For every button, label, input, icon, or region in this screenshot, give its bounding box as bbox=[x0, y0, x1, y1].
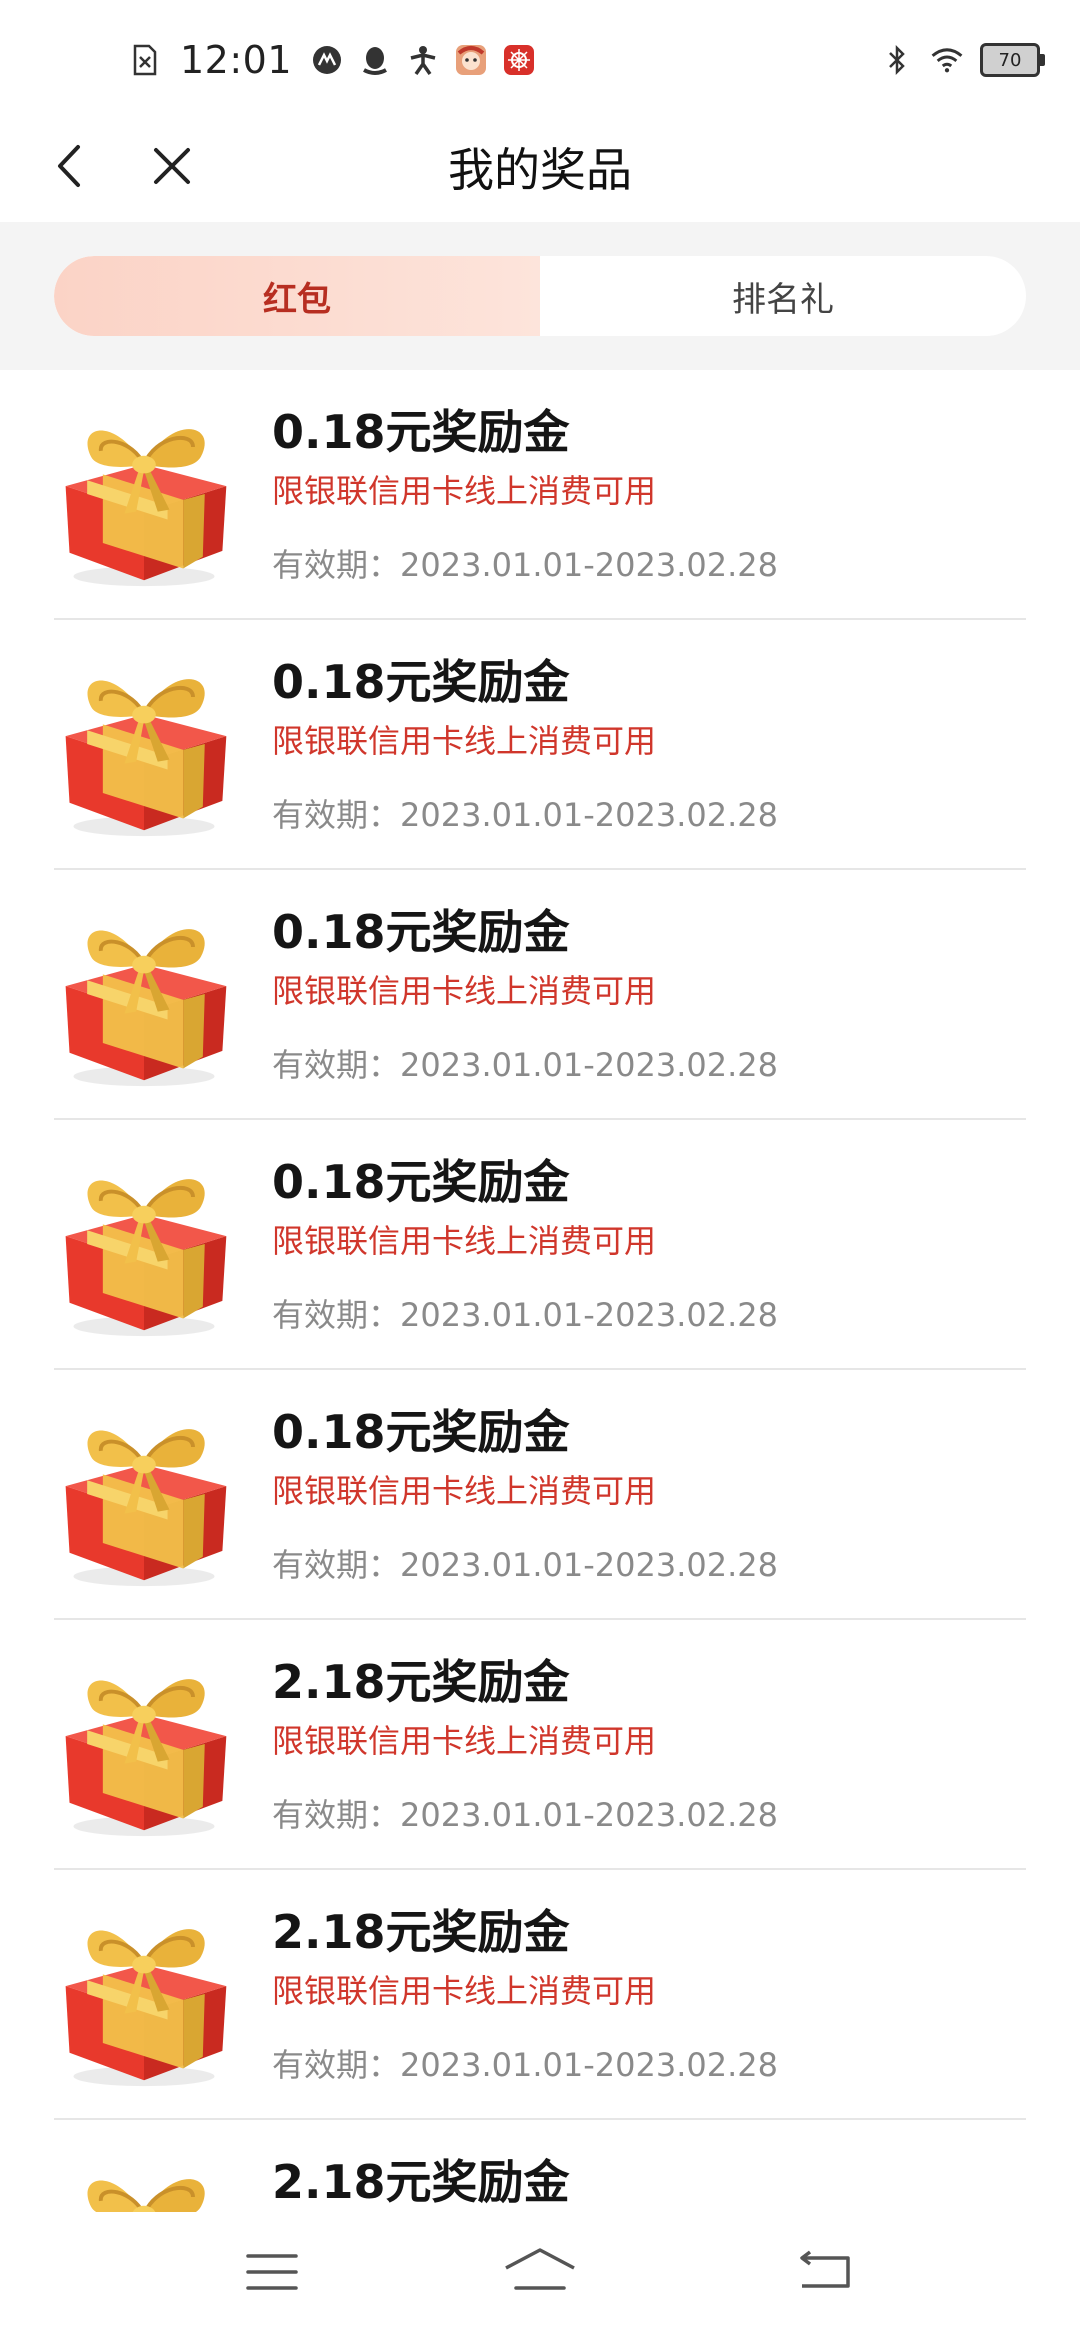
gift-box-icon bbox=[46, 646, 242, 842]
prize-title: 2.18元奖励金 bbox=[272, 1655, 570, 1709]
prize-validity: 有效期：2023.01.01-2023.02.28 bbox=[272, 1296, 778, 1334]
red-app-icon bbox=[502, 43, 536, 77]
status-bar: 12:01 70 bbox=[0, 0, 1080, 110]
prize-validity: 有效期：2023.01.01-2023.02.28 bbox=[272, 1546, 778, 1584]
prize-validity: 有效期：2023.01.01-2023.02.28 bbox=[272, 1796, 778, 1834]
prize-condition: 限银联信用卡线上消费可用 bbox=[272, 1222, 657, 1260]
prize-validity: 有效期：2023.01.01-2023.02.28 bbox=[272, 796, 778, 834]
prize-item[interactable]: 0.18元奖励金限银联信用卡线上消费可用有效期：2023.01.01-2023.… bbox=[0, 1120, 1080, 1370]
bluetooth-icon bbox=[880, 43, 914, 77]
cartoon-app-icon bbox=[454, 43, 488, 77]
app-icon bbox=[310, 43, 344, 77]
prize-title: 0.18元奖励金 bbox=[272, 655, 570, 709]
prize-validity: 有效期：2023.01.01-2023.02.28 bbox=[272, 1046, 778, 1084]
prize-condition: 限银联信用卡线上消费可用 bbox=[272, 1472, 657, 1510]
gift-box-icon bbox=[46, 396, 242, 592]
prize-condition: 限银联信用卡线上消费可用 bbox=[272, 1722, 657, 1760]
tab-red-packet[interactable]: 红包 bbox=[54, 256, 540, 336]
gift-box-icon bbox=[46, 1896, 242, 2092]
prize-title: 0.18元奖励金 bbox=[272, 405, 570, 459]
activity-icon bbox=[406, 43, 440, 77]
prize-condition: 限银联信用卡线上消费可用 bbox=[272, 472, 657, 510]
battery-icon: 70 bbox=[980, 43, 1045, 77]
prize-validity: 有效期：2023.01.01-2023.02.28 bbox=[272, 546, 778, 584]
prize-item[interactable]: 2.18元奖励金限银联信用卡线上消费可用有效期：2023.01.01-2023.… bbox=[0, 1870, 1080, 2120]
gift-box-icon bbox=[46, 1146, 242, 1342]
prize-condition: 限银联信用卡线上消费可用 bbox=[272, 722, 657, 760]
gift-box-icon bbox=[46, 1646, 242, 1842]
prize-item[interactable]: 0.18元奖励金限银联信用卡线上消费可用有效期：2023.01.01-2023.… bbox=[0, 370, 1080, 620]
back-icon[interactable] bbox=[784, 2242, 864, 2302]
clock: 12:01 bbox=[180, 38, 293, 82]
prize-validity: 有效期：2023.01.01-2023.02.28 bbox=[272, 2046, 778, 2084]
wifi-icon bbox=[930, 43, 964, 77]
prize-title: 0.18元奖励金 bbox=[272, 905, 570, 959]
gift-box-icon bbox=[46, 896, 242, 1092]
prize-item[interactable]: 2.18元奖励金 bbox=[0, 2120, 1080, 2212]
page-title: 我的奖品 bbox=[448, 143, 632, 197]
prize-condition: 限银联信用卡线上消费可用 bbox=[272, 972, 657, 1010]
sim-missing-icon bbox=[128, 43, 162, 77]
nav-bar: 我的奖品 bbox=[0, 110, 1080, 222]
prize-title: 2.18元奖励金 bbox=[272, 2155, 570, 2209]
prize-title: 0.18元奖励金 bbox=[272, 1155, 570, 1209]
prize-condition: 限银联信用卡线上消费可用 bbox=[272, 1972, 657, 2010]
prize-list[interactable]: 0.18元奖励金 限银联信用卡线上消费可用 有效期：2023.01.01-2023.… bbox=[0, 370, 1080, 2212]
gift-box-icon bbox=[46, 1396, 242, 1592]
system-nav-bar bbox=[0, 2212, 1080, 2340]
prize-title: 0.18元奖励金 bbox=[272, 1405, 570, 1459]
qq-icon bbox=[358, 43, 392, 77]
menu-icon[interactable] bbox=[232, 2242, 312, 2302]
battery-level: 70 bbox=[998, 49, 1022, 71]
prize-item[interactable]: 0.18元奖励金限银联信用卡线上消费可用有效期：2023.01.01-2023.… bbox=[0, 620, 1080, 870]
prize-item[interactable]: 0.18元奖励金限银联信用卡线上消费可用有效期：2023.01.01-2023.… bbox=[0, 1370, 1080, 1620]
prize-item[interactable]: 2.18元奖励金限银联信用卡线上消费可用有效期：2023.01.01-2023.… bbox=[0, 1620, 1080, 1870]
tab-ranking-gift[interactable]: 排名礼 bbox=[540, 256, 1026, 336]
gift-box-icon bbox=[46, 2146, 242, 2212]
tab-bar: 红包 排名礼 bbox=[54, 256, 1026, 336]
prize-item[interactable]: 0.18元奖励金限银联信用卡线上消费可用有效期：2023.01.01-2023.… bbox=[0, 870, 1080, 1120]
prize-title: 2.18元奖励金 bbox=[272, 1905, 570, 1959]
tab-area: 红包 排名礼 bbox=[0, 222, 1080, 370]
home-icon[interactable] bbox=[500, 2242, 580, 2302]
